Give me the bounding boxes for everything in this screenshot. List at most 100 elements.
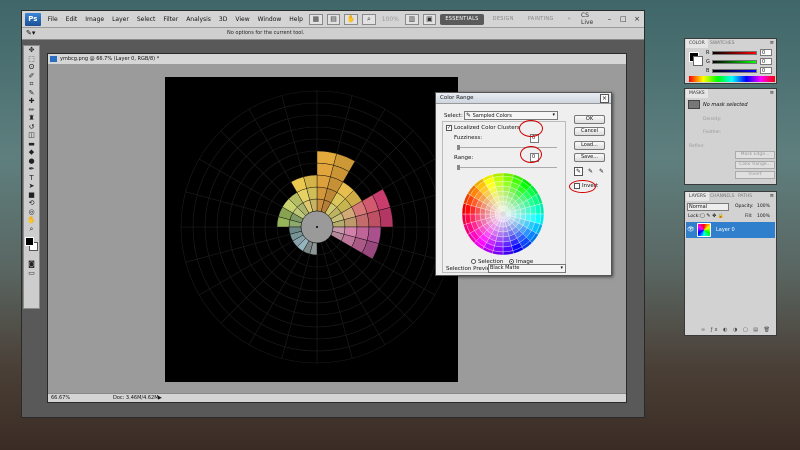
selection-preview-dropdown[interactable]: Black Matte ▾	[488, 264, 566, 273]
menu-edit[interactable]: Edit	[62, 16, 82, 23]
zoom-tool-icon[interactable]: ⌕	[25, 225, 38, 234]
fill-value[interactable]: 100%	[757, 214, 770, 219]
quick-mask-icon[interactable]: ◙	[25, 260, 38, 269]
tab-masks[interactable]: MASKS	[686, 89, 708, 98]
layer-row[interactable]: 👁 Layer 0	[686, 222, 775, 238]
range-slider[interactable]	[457, 167, 557, 168]
hand-tool-icon[interactable]: ✋	[25, 216, 38, 225]
bridge-icon[interactable]: ▦	[308, 13, 323, 25]
healing-brush-tool-icon[interactable]: ✚	[25, 97, 38, 106]
selection-radio[interactable]	[471, 259, 476, 264]
eraser-tool-icon[interactable]: ◫	[25, 131, 38, 140]
screen-mode-icon[interactable]: ▣	[422, 13, 437, 25]
zoom-tool-icon[interactable]: ⌕	[362, 13, 376, 25]
load-button[interactable]: Load...	[574, 141, 605, 150]
tab-channels[interactable]: CHANNELS	[707, 192, 738, 201]
menu-3d[interactable]: 3D	[215, 16, 231, 23]
layer-name[interactable]: Layer 0	[716, 227, 735, 233]
cs-live-button[interactable]: CS Live	[581, 12, 603, 26]
screen-mode-icon[interactable]: ▭	[25, 269, 38, 278]
lasso-tool-icon[interactable]: ʘ	[25, 63, 38, 72]
color-background-swatch[interactable]	[693, 56, 703, 66]
tab-layers[interactable]: LAYERS	[686, 192, 709, 201]
workspace-painting[interactable]: PAINTING	[523, 14, 559, 25]
close-icon[interactable]: ×	[633, 15, 641, 23]
crop-tool-icon[interactable]: ⌗	[25, 80, 38, 89]
menu-filter[interactable]: Filter	[159, 16, 182, 23]
panel-menu-icon[interactable]: ≡	[770, 40, 774, 46]
lock-icons[interactable]: ▢ ✎ ✥ 🔒	[700, 213, 724, 219]
b-slider[interactable]	[712, 69, 757, 73]
status-zoom[interactable]: 66.67%	[51, 394, 70, 403]
localized-clusters-checkbox[interactable]: ✓	[446, 125, 452, 131]
marquee-tool-icon[interactable]: ⬚	[25, 55, 38, 64]
menu-window[interactable]: Window	[254, 16, 286, 23]
path-selection-tool-icon[interactable]: ➤	[25, 182, 38, 191]
visibility-eye-icon[interactable]: 👁	[687, 226, 695, 233]
opacity-value[interactable]: 100%	[757, 204, 770, 209]
fuzziness-slider-thumb[interactable]	[457, 145, 460, 150]
menu-help[interactable]: Help	[285, 16, 307, 23]
shape-tool-icon[interactable]: ■	[25, 191, 38, 200]
ok-button[interactable]: OK	[574, 115, 605, 124]
tab-color[interactable]: COLOR	[686, 39, 708, 48]
dodge-tool-icon[interactable]: ●	[25, 157, 38, 166]
hand-tool-icon[interactable]: ✋	[344, 13, 359, 25]
eyedropper-icon[interactable]: ✎	[574, 167, 583, 176]
g-field[interactable]: 0	[760, 58, 772, 65]
maximize-icon[interactable]: □	[619, 15, 627, 23]
image-canvas[interactable]	[165, 77, 458, 382]
foreground-color-swatch[interactable]	[25, 237, 34, 246]
g-slider[interactable]	[712, 60, 757, 64]
menu-file[interactable]: File	[44, 16, 62, 23]
zoom-level[interactable]: 100%	[382, 16, 399, 23]
workspace-essentials[interactable]: ESSENTIALS	[440, 13, 484, 25]
brush-tool-icon[interactable]: ✏	[25, 106, 38, 115]
minimize-icon[interactable]: –	[606, 15, 614, 23]
cancel-button[interactable]: Cancel	[574, 127, 605, 136]
arrange-documents-icon[interactable]: ▥	[404, 13, 419, 25]
panel-menu-icon[interactable]: ≡	[770, 193, 774, 199]
eyedropper-minus-icon[interactable]: ✎	[597, 167, 606, 176]
clone-stamp-tool-icon[interactable]: ♜	[25, 114, 38, 123]
quick-selection-tool-icon[interactable]: ✐	[25, 72, 38, 81]
eyedropper-tool-icon[interactable]: ✎	[25, 89, 38, 98]
blur-tool-icon[interactable]: ◆	[25, 148, 38, 157]
layer-footer-icons[interactable]: ∞ ƒx ◐ ◑ ▢ ▤ 🗑	[701, 327, 772, 333]
panel-menu-icon[interactable]: ≡	[770, 90, 774, 96]
3d-orbit-tool-icon[interactable]: ◎	[25, 208, 38, 217]
type-tool-icon[interactable]: T	[25, 174, 38, 183]
r-field[interactable]: 0	[760, 49, 772, 56]
mini-bridge-icon[interactable]: ▤	[326, 13, 341, 25]
workspace-design[interactable]: DESIGN	[488, 14, 519, 25]
history-brush-tool-icon[interactable]: ↺	[25, 123, 38, 132]
color-range-button[interactable]: Color Range...	[735, 161, 775, 169]
save-button[interactable]: Save...	[574, 153, 605, 162]
menu-analysis[interactable]: Analysis	[182, 16, 215, 23]
gradient-tool-icon[interactable]: ▬	[25, 140, 38, 149]
b-field[interactable]: 0	[760, 67, 772, 74]
menu-layer[interactable]: Layer	[108, 16, 133, 23]
eyedropper-tool-preset-icon[interactable]: ✎▾	[26, 29, 35, 37]
eyedropper-plus-icon[interactable]: ✎	[586, 167, 595, 176]
tab-paths[interactable]: PATHS	[735, 192, 755, 201]
mask-edge-button[interactable]: Mask Edge...	[735, 151, 775, 159]
tab-swatches[interactable]: SWATCHES	[707, 39, 738, 48]
move-tool-icon[interactable]: ✥	[25, 46, 38, 55]
blend-mode-dropdown[interactable]: Normal	[687, 203, 729, 211]
status-arrow-icon[interactable]: ▶	[158, 394, 162, 403]
menu-view[interactable]: View	[231, 16, 253, 23]
workspace-more[interactable]: »	[563, 14, 576, 25]
invert-button[interactable]: Invert	[735, 171, 775, 179]
r-slider[interactable]	[712, 51, 757, 55]
select-dropdown[interactable]: ✎ Sampled Colors ▾	[464, 111, 558, 120]
3d-rotate-tool-icon[interactable]: ⟲	[25, 199, 38, 208]
fuzziness-slider[interactable]	[457, 147, 557, 148]
pen-tool-icon[interactable]: ✒	[25, 165, 38, 174]
menu-image[interactable]: Image	[81, 16, 108, 23]
menu-select[interactable]: Select	[133, 16, 160, 23]
dialog-close-button[interactable]: ×	[600, 94, 609, 103]
range-slider-thumb[interactable]	[457, 165, 460, 170]
color-spectrum-bar[interactable]	[689, 76, 775, 82]
document-tab[interactable]: ymbcg.png @ 66.7% (Layer 0, RGB/8) *	[48, 54, 626, 64]
